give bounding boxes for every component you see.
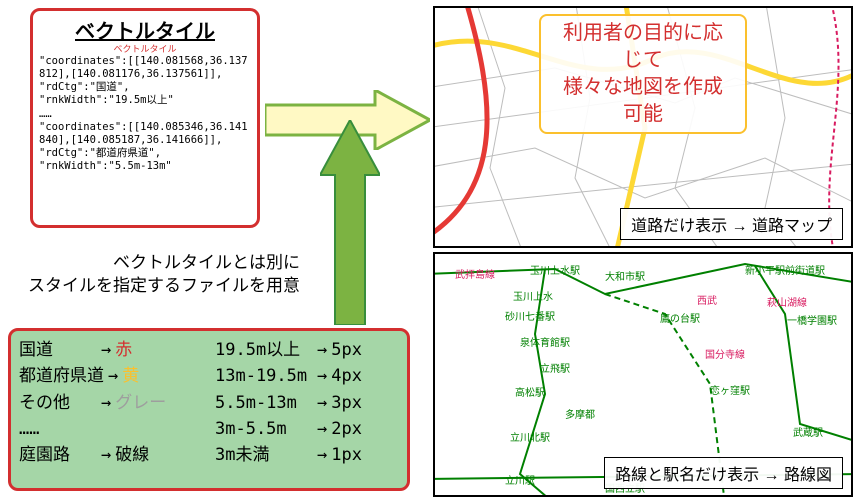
road-map-panel: 利用者の目的に応じて 様々な地図を作成可能 道路だけ表示 → 道路マップ xyxy=(433,6,853,248)
station-label: 萩山湖線 xyxy=(767,294,807,309)
station-label: 高松駅 xyxy=(515,384,545,399)
station-label: 西武 xyxy=(697,292,717,307)
station-label: 国分寺線 xyxy=(705,346,745,361)
station-label: 玉川上水駅 xyxy=(530,262,580,277)
category-value: グレー xyxy=(115,390,166,416)
rail-map-panel: 武拝島線 玉川上水駅 大和市駅 新小平駅前街道駅玉川上水砂川七番駅 西武鷹の台駅 萩山湖線… xyxy=(433,252,853,497)
station-label: 立川駅 xyxy=(505,472,535,487)
road-map-caption: 道路だけ表示 → 道路マップ xyxy=(620,208,843,240)
width-rule-row: 3m-5.5m→2px xyxy=(215,416,399,442)
vector-tile-code: "coordinates":[[140.081568,36.137812],[1… xyxy=(39,55,251,173)
arrow-icon: → xyxy=(317,390,327,416)
width-value: 4px xyxy=(331,363,362,389)
style-rules-box: 国道→赤都道府県道→黄その他→グレー……庭園路→破線 19.5m以上→5px13… xyxy=(8,328,410,491)
category-value: 破線 xyxy=(115,442,149,468)
arrow-up-icon xyxy=(320,120,380,325)
width-key: 5.5m-13m xyxy=(215,390,313,416)
station-label: 砂川七番駅 xyxy=(505,308,555,323)
width-value: 2px xyxy=(331,416,362,442)
category-key: 国道 xyxy=(19,337,97,363)
arrow-icon: → xyxy=(108,363,118,389)
category-rule-row: 国道→赤 xyxy=(19,337,203,363)
width-value: 5px xyxy=(331,337,362,363)
arrow-icon: → xyxy=(101,337,111,363)
station-label: 一橋学園駅 xyxy=(787,312,837,327)
rail-map-caption: 路線と駅名だけ表示 → 路線図 xyxy=(604,457,843,489)
category-rule-row: その他→グレー xyxy=(19,390,203,416)
arrow-icon: → xyxy=(101,442,111,468)
width-rule-row: 3m未満→1px xyxy=(215,442,399,468)
width-key: 3m未満 xyxy=(215,442,313,468)
width-key: 13m-19.5m xyxy=(215,363,313,389)
station-label: 多摩都 xyxy=(565,406,595,421)
map-headline: 利用者の目的に応じて 様々な地図を作成可能 xyxy=(539,14,747,134)
arrow-icon: → xyxy=(317,442,327,468)
style-note-text: ベクトルタイルとは別に スタイルを指定するファイルを用意 xyxy=(10,252,300,298)
width-key: 3m-5.5m xyxy=(215,416,313,442)
width-key: 19.5m以上 xyxy=(215,337,313,363)
width-rule-row: 13m-19.5m→4px xyxy=(215,363,399,389)
station-label: 大和市駅 xyxy=(605,268,645,283)
station-label: 新小平駅前街道駅 xyxy=(745,262,825,277)
width-value: 1px xyxy=(331,442,362,468)
category-value: 黄 xyxy=(122,363,139,389)
category-rule-row: 都道府県道→黄 xyxy=(19,363,203,389)
station-label: 玉川上水 xyxy=(513,288,553,303)
arrow-icon: → xyxy=(317,363,327,389)
category-key: 庭園路 xyxy=(19,442,97,468)
station-label: 立飛駅 xyxy=(540,360,570,375)
category-rule-row: 庭園路→破線 xyxy=(19,442,203,468)
station-label: 泉体育館駅 xyxy=(520,334,570,349)
width-rule-row: 5.5m-13m→3px xyxy=(215,390,399,416)
station-label: 武蔵駅 xyxy=(793,424,823,439)
station-label: 立川北駅 xyxy=(510,429,550,444)
arrow-right-icon xyxy=(265,90,430,150)
style-widths-col: 19.5m以上→5px13m-19.5m→4px5.5m-13m→3px3m-5… xyxy=(215,337,399,482)
arrow-icon: → xyxy=(317,337,327,363)
width-value: 3px xyxy=(331,390,362,416)
width-rule-row: 19.5m以上→5px xyxy=(215,337,399,363)
station-label: 恋ヶ窪駅 xyxy=(710,382,750,397)
category-key: その他 xyxy=(19,390,97,416)
category-key: …… xyxy=(19,416,97,442)
station-label: 鷹の台駅 xyxy=(660,310,700,325)
category-rule-row: …… xyxy=(19,416,203,442)
vector-tile-subtitle: ベクトルタイル xyxy=(39,42,251,55)
style-categories-col: 国道→赤都道府県道→黄その他→グレー……庭園路→破線 xyxy=(19,337,203,482)
arrow-icon: → xyxy=(101,390,111,416)
category-key: 都道府県道 xyxy=(19,363,104,389)
station-label: 武拝島線 xyxy=(455,266,495,281)
category-value: 赤 xyxy=(115,337,132,363)
vector-tile-box: ベクトルタイル ベクトルタイル "coordinates":[[140.0815… xyxy=(30,8,260,228)
arrow-icon: → xyxy=(317,416,327,442)
vector-tile-title: ベクトルタイル xyxy=(39,15,251,44)
